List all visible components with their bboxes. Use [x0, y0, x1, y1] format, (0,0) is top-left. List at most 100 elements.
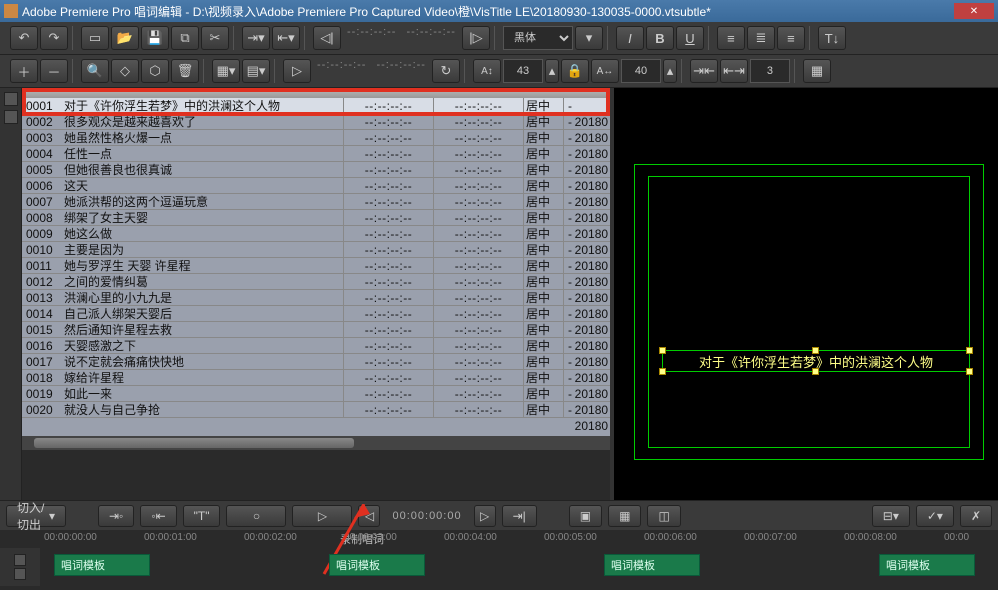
- table-row[interactable]: 0016天婴感激之下--:--:--:----:--:--:--居中- 2018…: [22, 338, 610, 354]
- ruler-mark: 00:00:06:00: [644, 532, 697, 543]
- main-area: 0001对于《许你浮生若梦》中的洪澜这个人物--:--:--:----:--:-…: [0, 88, 998, 500]
- table-row[interactable]: 0007她派洪帮的这两个逗逼玩意--:--:--:----:--:--:--居中…: [22, 194, 610, 210]
- handle-tl[interactable]: [659, 347, 666, 354]
- skip-start-button[interactable]: ◁|: [313, 26, 341, 50]
- search-button[interactable]: 🔍: [81, 59, 109, 83]
- scroll-thumb[interactable]: [34, 438, 354, 448]
- undo-button[interactable]: ↶: [10, 26, 38, 50]
- table-row[interactable]: 0006这天--:--:--:----:--:--:--居中- 20180: [22, 178, 610, 194]
- save-button[interactable]: 💾: [141, 26, 169, 50]
- collapse-button[interactable]: ⊟▾: [872, 505, 910, 527]
- copy-button[interactable]: ⧉: [171, 26, 199, 50]
- table-row[interactable]: 0009她这么做--:--:--:----:--:--:--居中- 20180: [22, 226, 610, 242]
- table-row[interactable]: 0002很多观众是越来越喜欢了--:--:--:----:--:--:--居中-…: [22, 114, 610, 130]
- table-row[interactable]: 0008绑架了女主天婴--:--:--:----:--:--:--居中- 201…: [22, 210, 610, 226]
- redo-button[interactable]: ↷: [40, 26, 68, 50]
- handle-br[interactable]: [966, 368, 973, 375]
- remove-button[interactable]: －: [40, 59, 68, 83]
- mark-in-button[interactable]: ⇥◦: [98, 505, 134, 527]
- font-more-button[interactable]: ▾: [575, 26, 603, 50]
- reject-button[interactable]: ✗: [960, 505, 992, 527]
- aspect-input[interactable]: [621, 59, 661, 83]
- cut-button[interactable]: ✂: [201, 26, 229, 50]
- lock-button[interactable]: 🔒: [561, 59, 589, 83]
- gutter-btn-1[interactable]: [4, 92, 18, 106]
- toolbar-row-1: ↶ ↷ ▭ 📂 💾 ⧉ ✂ ⇥▾ ⇤▾ ◁| --:--:--:-- --:--…: [0, 22, 998, 55]
- align-left-button[interactable]: ≡: [717, 26, 745, 50]
- track-toggle-1[interactable]: [14, 554, 26, 566]
- font-family-select[interactable]: 黑体: [503, 26, 573, 50]
- timeline-clip[interactable]: 唱词模板: [604, 554, 700, 576]
- table-row[interactable]: 0017说不定就会痛痛快快地--:--:--:----:--:--:--居中- …: [22, 354, 610, 370]
- handle-tc[interactable]: [812, 347, 819, 354]
- align-center-button[interactable]: ≣: [747, 26, 775, 50]
- goto-button[interactable]: ⇥|: [502, 505, 537, 527]
- add-button[interactable]: ＋: [10, 59, 38, 83]
- spin-up[interactable]: ▴: [545, 59, 559, 83]
- close-button[interactable]: ✕: [954, 3, 994, 19]
- track-toggle-2[interactable]: [14, 568, 26, 580]
- text-mark-button[interactable]: "T": [183, 505, 221, 527]
- table-row[interactable]: 0013洪澜心里的小九九是--:--:--:----:--:--:--居中- 2…: [22, 290, 610, 306]
- spin-up-2[interactable]: ▴: [663, 59, 677, 83]
- font-size-input[interactable]: [503, 59, 543, 83]
- grid-button[interactable]: ▦▾: [212, 59, 240, 83]
- list-button[interactable]: ▤▾: [242, 59, 270, 83]
- table-row[interactable]: 0015然后通知许星程去救--:--:--:----:--:--:--居中- 2…: [22, 322, 610, 338]
- timeline-clip[interactable]: 唱词模板: [329, 554, 425, 576]
- bold-button[interactable]: B: [646, 26, 674, 50]
- new-button[interactable]: ▭: [81, 26, 109, 50]
- import-button[interactable]: ⇥▾: [242, 26, 270, 50]
- shield-button[interactable]: ⬡: [141, 59, 169, 83]
- table-row[interactable]: 0012之间的爱情纠葛--:--:--:----:--:--:--居中- 201…: [22, 274, 610, 290]
- view-3-button[interactable]: ◫: [647, 505, 680, 527]
- italic-button[interactable]: I: [616, 26, 644, 50]
- time-ruler[interactable]: 00:00:00:0000:00:01:0000:00:02:0000:00:0…: [44, 532, 998, 548]
- open-button[interactable]: 📂: [111, 26, 139, 50]
- loop-button[interactable]: ↻: [432, 59, 460, 83]
- delete-button[interactable]: 🗑: [171, 59, 199, 83]
- transport-tc: 00:00:00:00: [386, 510, 467, 522]
- table-row[interactable]: 0005但她很善良也很真诚--:--:--:----:--:--:--居中- 2…: [22, 162, 610, 178]
- skip-end-button[interactable]: |▷: [462, 26, 490, 50]
- step-fwd-button[interactable]: ▷: [474, 505, 496, 527]
- kern-out-button[interactable]: ⇤⇥: [720, 59, 748, 83]
- subtitle-list: 0001对于《许你浮生若梦》中的洪澜这个人物--:--:--:----:--:-…: [22, 88, 610, 500]
- table-row[interactable]: 0018嫁给许星程--:--:--:----:--:--:--居中- 20180: [22, 370, 610, 386]
- subtitle-box[interactable]: 对于《许你浮生若梦》中的洪澜这个人物: [662, 350, 970, 372]
- align-right-button[interactable]: ≡: [777, 26, 805, 50]
- tag-button[interactable]: ◇: [111, 59, 139, 83]
- list-body[interactable]: 0001对于《许你浮生若梦》中的洪澜这个人物--:--:--:----:--:-…: [22, 98, 610, 436]
- text-tool-button[interactable]: T↓: [818, 26, 846, 50]
- record-button[interactable]: ○: [226, 505, 286, 527]
- timeline-clip[interactable]: 唱词模板: [879, 554, 975, 576]
- table-row[interactable]: 0003她虽然性格火爆一点--:--:--:----:--:--:--居中- 2…: [22, 130, 610, 146]
- table-row[interactable]: 0011她与罗浮生 天婴 许星程--:--:--:----:--:--:--居中…: [22, 258, 610, 274]
- view-1-button[interactable]: ▣: [569, 505, 602, 527]
- view-2-button[interactable]: ▦: [608, 505, 641, 527]
- table-row[interactable]: 0010主要是因为--:--:--:----:--:--:--居中- 20180: [22, 242, 610, 258]
- table-row[interactable]: 0019如此一来--:--:--:----:--:--:--居中- 20180: [22, 386, 610, 402]
- table-row[interactable]: 0004任性一点--:--:--:----:--:--:--居中- 20180: [22, 146, 610, 162]
- handle-bc[interactable]: [812, 368, 819, 375]
- h-scrollbar[interactable]: [22, 436, 610, 450]
- play-button[interactable]: ▷: [283, 59, 311, 83]
- gutter-btn-2[interactable]: [4, 110, 18, 124]
- table-row[interactable]: 0014自己派人绑架天婴后--:--:--:----:--:--:--居中- 2…: [22, 306, 610, 322]
- handle-bl[interactable]: [659, 368, 666, 375]
- timeline-clip[interactable]: 唱词模板: [54, 554, 150, 576]
- timeline: 录制唱词 00:00:00:0000:00:01:0000:00:02:0000…: [0, 530, 998, 590]
- layout-button[interactable]: ▦: [803, 59, 831, 83]
- table-row[interactable]: 0020就没人与自己争抢--:--:--:----:--:--:--居中- 20…: [22, 402, 610, 418]
- table-row[interactable]: 0001对于《许你浮生若梦》中的洪澜这个人物--:--:--:----:--:-…: [22, 98, 610, 114]
- underline-button[interactable]: U: [676, 26, 704, 50]
- mark-out-button[interactable]: ◦⇤: [140, 505, 176, 527]
- kern-in-button[interactable]: ⇥⇤: [690, 59, 718, 83]
- check-button[interactable]: ✓▾: [916, 505, 954, 527]
- step-back-button[interactable]: ◁: [358, 505, 380, 527]
- play-transport-button[interactable]: ▷: [292, 505, 352, 527]
- export-button[interactable]: ⇤▾: [272, 26, 300, 50]
- spacing-input[interactable]: [750, 59, 790, 83]
- handle-tr[interactable]: [966, 347, 973, 354]
- mode-button[interactable]: 切入/切出 ▾: [6, 505, 66, 527]
